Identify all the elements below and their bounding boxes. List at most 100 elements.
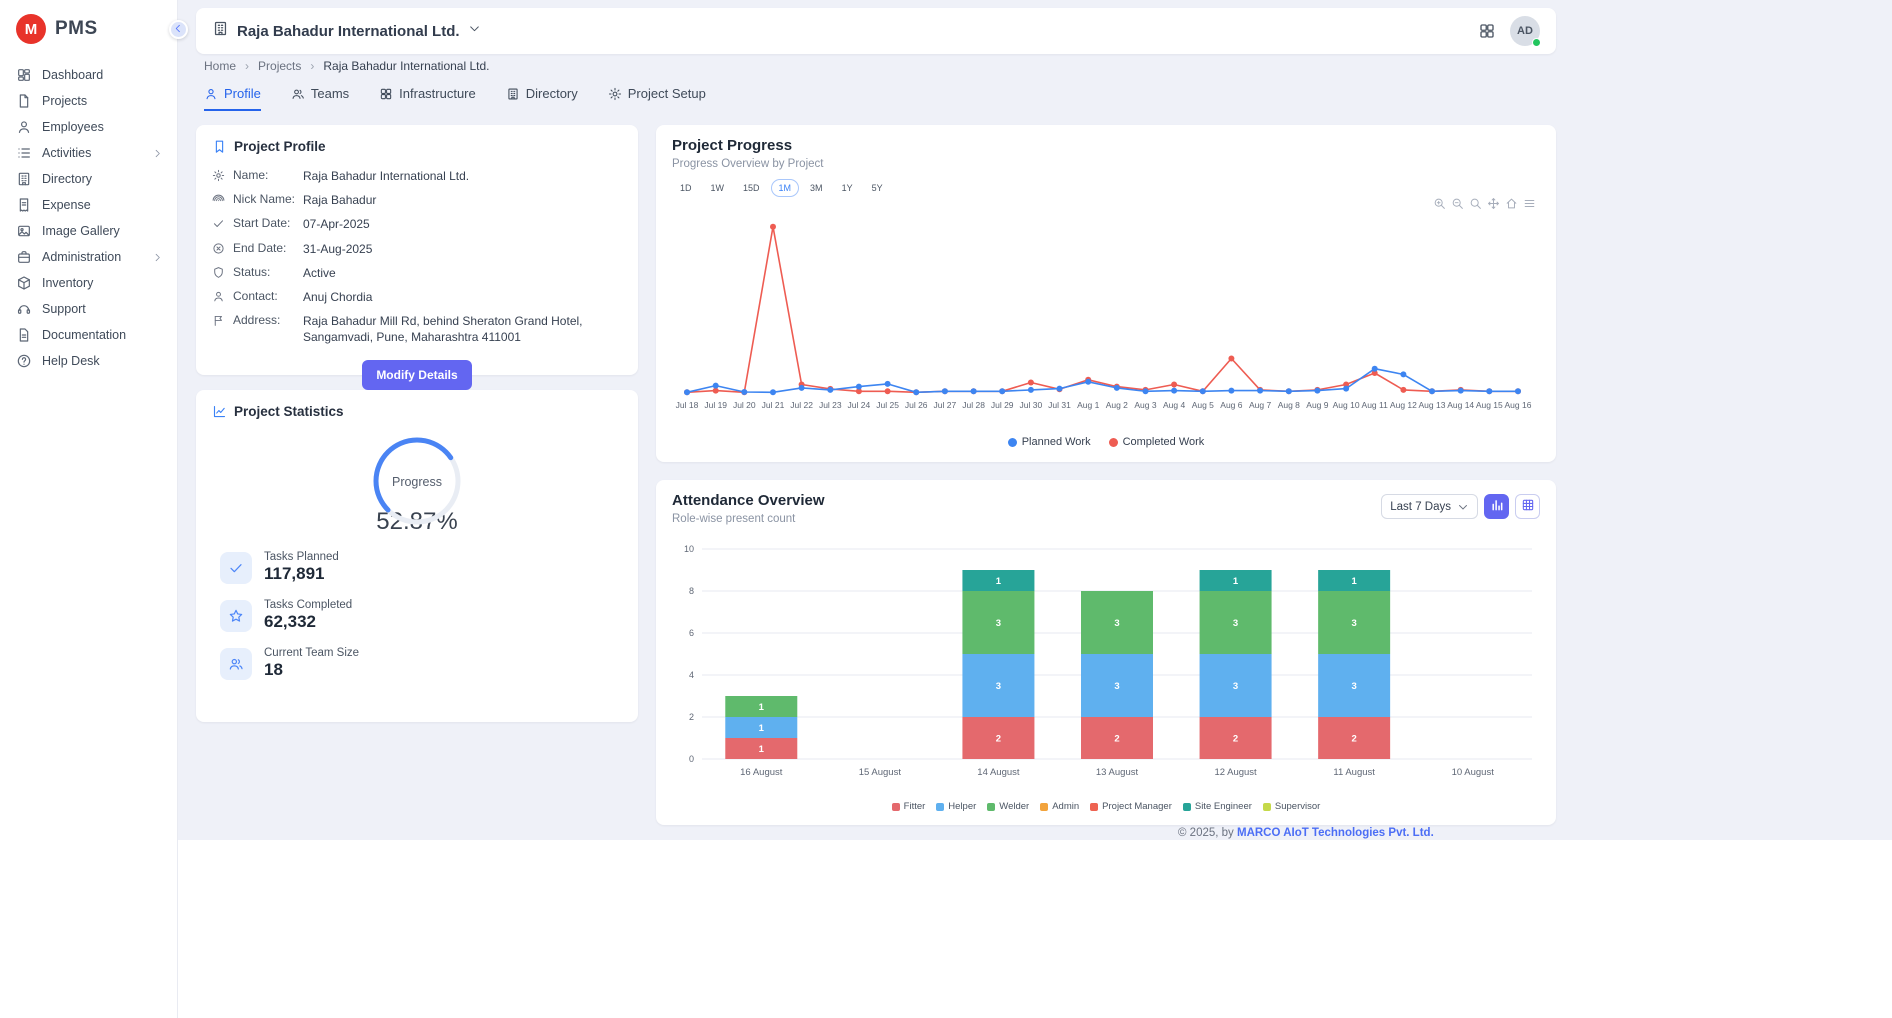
sidebar-item-label: Image Gallery: [42, 224, 120, 238]
profile-card-title: Project Profile: [212, 139, 622, 154]
project-progress-card: Project Progress Progress Overview by Pr…: [656, 125, 1556, 462]
sidebar-item-label: Directory: [42, 172, 92, 186]
grid-icon: [379, 87, 393, 101]
svg-text:1: 1: [759, 702, 765, 713]
progress-line-chart[interactable]: Jul 18Jul 19Jul 20Jul 21Jul 22Jul 23Jul …: [664, 209, 1548, 421]
legend-welder[interactable]: Welder: [987, 801, 1029, 812]
footer-link[interactable]: MARCO AIoT Technologies Pvt. Ltd.: [1237, 827, 1434, 839]
sidebar-item-expense[interactable]: Expense: [0, 192, 177, 218]
svg-text:6: 6: [689, 628, 694, 638]
date-range-select[interactable]: Last 7 Days: [1381, 494, 1478, 519]
field-value: Active: [303, 265, 622, 281]
svg-text:1: 1: [1351, 576, 1357, 587]
legend-site-engineer[interactable]: Site Engineer: [1183, 801, 1252, 812]
image-icon: [16, 223, 32, 239]
range-button-1w[interactable]: 1W: [703, 179, 733, 197]
legend-admin[interactable]: Admin: [1040, 801, 1079, 812]
attendance-bar-chart[interactable]: 024681011116 August15 August233114 Augus…: [662, 538, 1552, 790]
table-view-toggle[interactable]: [1515, 494, 1540, 519]
sidebar-item-inventory[interactable]: Inventory: [0, 270, 177, 296]
field-label: Address:: [233, 313, 295, 327]
tab-bar: Profile Teams Infrastructure Directory Proje…: [204, 86, 706, 111]
footer-text: © 2025, by: [1178, 827, 1237, 839]
stat-label: Tasks Completed: [264, 599, 352, 611]
breadcrumb-separator: ›: [310, 59, 314, 73]
attendance-overview-card: Attendance Overview Role-wise present co…: [656, 480, 1556, 825]
chevron-right-icon: [152, 252, 163, 263]
stat-current-team-size: Current Team Size18: [220, 647, 622, 680]
sidebar-item-label: Expense: [42, 198, 91, 212]
svg-text:Jul 22: Jul 22: [790, 400, 813, 410]
check-icon: [220, 552, 252, 584]
tab-project-setup[interactable]: Project Setup: [608, 86, 706, 111]
legend-project-manager[interactable]: Project Manager: [1090, 801, 1172, 812]
tab-teams[interactable]: Teams: [291, 86, 349, 111]
sidebar-item-image-gallery[interactable]: Image Gallery: [0, 218, 177, 244]
users-icon: [291, 87, 305, 101]
breadcrumb-item-home[interactable]: Home: [204, 59, 236, 73]
profile-field-name-: Name:Raja Bahadur International Ltd.: [212, 164, 622, 188]
range-button-3m[interactable]: 3M: [802, 179, 831, 197]
legend-helper[interactable]: Helper: [936, 801, 976, 812]
sidebar-item-projects[interactable]: Projects: [0, 88, 177, 114]
sidebar-item-label: Help Desk: [42, 354, 100, 368]
sidebar-collapse-button[interactable]: [169, 20, 188, 39]
fingerprint-icon: [212, 193, 225, 206]
legend-supervisor[interactable]: Supervisor: [1263, 801, 1320, 812]
company-selector[interactable]: Raja Bahadur International Ltd.: [212, 20, 481, 42]
field-value: 07-Apr-2025: [303, 216, 622, 232]
range-button-1d[interactable]: 1D: [672, 179, 700, 197]
svg-text:Jul 26: Jul 26: [905, 400, 928, 410]
svg-text:Jul 21: Jul 21: [762, 400, 785, 410]
sidebar-item-help-desk[interactable]: Help Desk: [0, 348, 177, 374]
bar-chart-legend: Fitter Helper Welder Admin Project Manager Si…: [656, 801, 1556, 812]
avatar[interactable]: AD: [1510, 16, 1540, 46]
range-button-5y[interactable]: 5Y: [864, 179, 891, 197]
sidebar-item-employees[interactable]: Employees: [0, 114, 177, 140]
logo[interactable]: M PMS: [0, 0, 177, 56]
svg-text:16 August: 16 August: [740, 767, 783, 778]
breadcrumb-item-projects[interactable]: Projects: [258, 59, 301, 73]
sidebar-item-dashboard[interactable]: Dashboard: [0, 62, 177, 88]
legend-fitter[interactable]: Fitter: [892, 801, 926, 812]
gear-icon: [608, 87, 622, 101]
sidebar-item-directory[interactable]: Directory: [0, 166, 177, 192]
sidebar-item-activities[interactable]: Activities: [0, 140, 177, 166]
chevron-left-icon: [173, 22, 184, 37]
tab-directory[interactable]: Directory: [506, 86, 578, 111]
svg-text:Aug 12: Aug 12: [1390, 400, 1417, 410]
sidebar-item-support[interactable]: Support: [0, 296, 177, 322]
svg-text:Jul 28: Jul 28: [962, 400, 985, 410]
field-label: Status:: [233, 265, 295, 279]
svg-text:12 August: 12 August: [1214, 767, 1257, 778]
file-icon: [16, 93, 32, 109]
apps-grid-icon[interactable]: [1478, 22, 1496, 40]
svg-text:10: 10: [684, 544, 694, 554]
modify-details-button[interactable]: Modify Details: [362, 360, 471, 390]
sidebar-item-documentation[interactable]: Documentation: [0, 322, 177, 348]
profile-fields: Name:Raja Bahadur International Ltd.Nick…: [212, 164, 622, 350]
field-value: Raja Bahadur International Ltd.: [303, 168, 622, 184]
legend-completed-work[interactable]: Completed Work: [1109, 436, 1205, 448]
profile-field-contact-: Contact:Anuj Chordia: [212, 285, 622, 309]
chart-view-toggle[interactable]: [1484, 494, 1509, 519]
svg-text:Aug 15: Aug 15: [1476, 400, 1503, 410]
sidebar-item-label: Administration: [42, 250, 121, 264]
range-button-1m[interactable]: 1M: [771, 179, 800, 197]
tab-profile[interactable]: Profile: [204, 86, 261, 111]
attendance-controls: Last 7 Days: [1381, 494, 1540, 519]
sidebar-item-administration[interactable]: Administration: [0, 244, 177, 270]
svg-text:Jul 30: Jul 30: [1020, 400, 1043, 410]
field-value: 31-Aug-2025: [303, 241, 622, 257]
range-button-15d[interactable]: 15D: [735, 179, 768, 197]
field-label: Contact:: [233, 289, 295, 303]
tab-infrastructure[interactable]: Infrastructure: [379, 86, 476, 111]
range-button-1y[interactable]: 1Y: [834, 179, 861, 197]
bookmark-icon: [212, 139, 227, 154]
list-icon: [16, 145, 32, 161]
svg-text:Aug 6: Aug 6: [1220, 400, 1242, 410]
shield-icon: [212, 266, 225, 279]
statistics-card-title-text: Project Statistics: [234, 404, 344, 419]
legend-planned-work[interactable]: Planned Work: [1008, 436, 1091, 448]
sidebar-item-label: Dashboard: [42, 68, 103, 82]
